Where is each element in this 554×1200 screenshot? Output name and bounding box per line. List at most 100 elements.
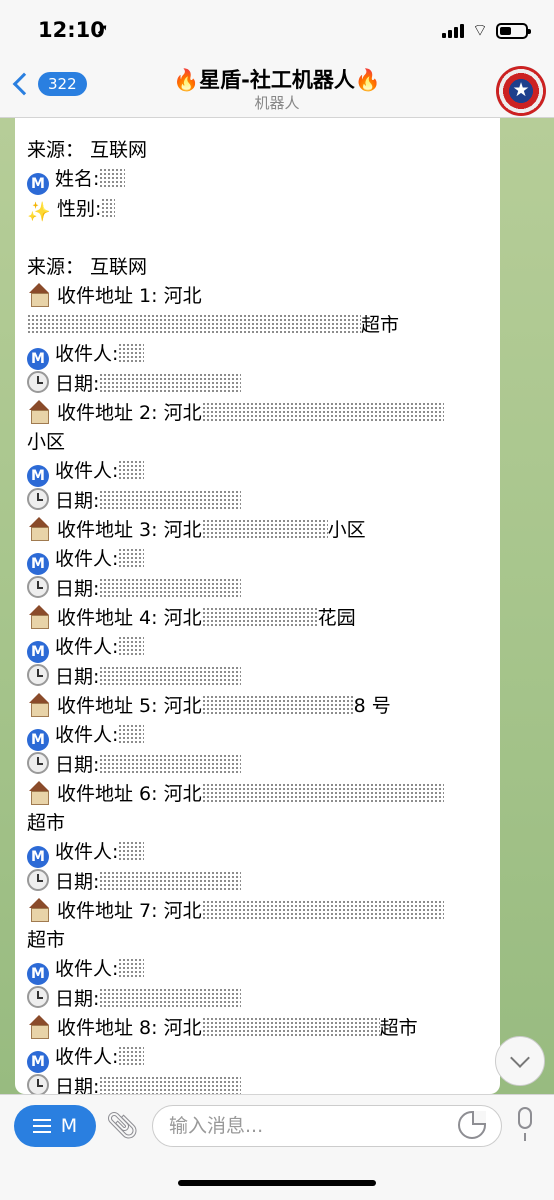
bot-menu-button[interactable]: M (14, 1105, 96, 1147)
house-icon (27, 605, 51, 629)
redacted-text (201, 607, 318, 627)
attach-paperclip-icon[interactable]: 📎︎ (106, 1111, 139, 1141)
chat-title[interactable]: 🔥星盾-社工机器人🔥 (0, 64, 554, 94)
redacted-text (201, 1017, 380, 1037)
chat-subtitle: 机器人 (254, 94, 300, 112)
redacted-text (99, 871, 242, 891)
redacted-text (99, 578, 242, 598)
name-line: M 姓名: (27, 165, 488, 195)
redacted-text (201, 402, 444, 422)
redacted-text (118, 636, 145, 656)
clock: 12:10 (38, 18, 105, 42)
home-indicator (178, 1180, 376, 1186)
address-line: 超市 (27, 929, 66, 951)
redacted-text (201, 519, 328, 539)
house-icon (27, 517, 51, 541)
date-line: 日期: (27, 985, 488, 1014)
clock-icon (27, 869, 49, 891)
recipient-line: M 收件人: (27, 457, 488, 487)
cellular-signal-icon (442, 23, 465, 38)
scroll-to-bottom-button[interactable] (495, 1036, 545, 1086)
date-line: 日期: (27, 487, 488, 516)
address-line: 收件地址 1: 河北 (27, 282, 488, 311)
redacted-text (118, 548, 145, 568)
source-line: 来源： 互联网 (27, 139, 148, 161)
clock-icon (27, 488, 49, 510)
m-badge-icon: M (27, 963, 49, 985)
address-line: 收件地址 4: 河北 花园 (27, 604, 488, 633)
redacted-text (99, 754, 242, 774)
house-icon (27, 400, 51, 424)
clock-icon (27, 371, 49, 393)
chat-background: 来源： 互联网 M 姓名: ✨ 性别: 来源： 互联网 收件地址 1: 河北 超市 … (0, 118, 554, 1094)
recipient-line: M 收件人: (27, 340, 488, 370)
date-line: 日期: (27, 868, 488, 897)
address-line: 收件地址 7: 河北 (27, 897, 488, 926)
date-line: 日期: (27, 370, 488, 399)
m-badge-icon: M (27, 173, 49, 195)
clock-icon (27, 986, 49, 1008)
redacted-text (118, 724, 145, 744)
wifi-icon: ⌔ (472, 21, 488, 41)
chevron-down-icon (510, 1048, 530, 1068)
redacted-text (118, 1046, 145, 1066)
address-line: 收件地址 2: 河北 (27, 399, 488, 428)
sparkles-icon: ✨ (27, 201, 51, 223)
chat-header: 322 🔥星盾-社工机器人🔥 机器人 (0, 60, 554, 118)
address-line: 超市 (27, 311, 488, 340)
address-line: 小区 (27, 431, 66, 453)
redacted-text (27, 314, 361, 334)
recipient-line: M 收件人: (27, 721, 488, 751)
message-bubble[interactable]: 来源： 互联网 M 姓名: ✨ 性别: 来源： 互联网 收件地址 1: 河北 超市 … (15, 118, 500, 1094)
redacted-text (99, 373, 242, 393)
redacted-text (201, 900, 444, 920)
recipient-line: M 收件人: (27, 1043, 488, 1073)
redacted-text (101, 198, 116, 218)
m-badge-icon: M (27, 846, 49, 868)
house-icon (27, 781, 51, 805)
menu-icon (32, 1119, 51, 1133)
battery-icon (496, 22, 531, 39)
address-line: 收件地址 5: 河北 8 号 (27, 692, 488, 721)
clock-icon (27, 664, 49, 686)
location-arrow-icon: ➚ (96, 20, 109, 38)
recipient-line: M 收件人: (27, 955, 488, 985)
date-line: 日期: (27, 1073, 488, 1094)
address-line: 收件地址 8: 河北 超市 (27, 1014, 488, 1043)
redacted-text (99, 666, 242, 686)
m-badge-icon: M (27, 729, 49, 751)
bot-avatar[interactable] (496, 66, 546, 116)
date-line: 日期: (27, 663, 488, 692)
redacted-text (99, 490, 242, 510)
m-badge-icon: M (27, 553, 49, 575)
address-line: 收件地址 6: 河北 (27, 780, 488, 809)
redacted-text (118, 958, 145, 978)
redacted-text (118, 841, 145, 861)
status-bar: 12:10 ➚ ⌔ (0, 0, 554, 60)
message-input[interactable]: 输入消息... (152, 1105, 502, 1147)
recipient-line: M 收件人: (27, 633, 488, 663)
m-badge-icon: M (27, 1051, 49, 1073)
date-line: 日期: (27, 575, 488, 604)
source-line: 来源： 互联网 (27, 256, 148, 278)
redacted-text (201, 783, 444, 803)
recipient-line: M 收件人: (27, 545, 488, 575)
clock-icon (27, 1074, 49, 1094)
address-line: 收件地址 3: 河北 小区 (27, 516, 488, 545)
clock-icon (27, 576, 49, 598)
status-icons: ⌔ (442, 20, 531, 41)
m-badge-icon: M (27, 465, 49, 487)
house-icon (27, 1015, 51, 1039)
house-icon (27, 898, 51, 922)
sticker-icon[interactable] (458, 1111, 486, 1139)
menu-button-label: M (60, 1115, 78, 1137)
redacted-text (118, 343, 145, 363)
house-icon (27, 283, 51, 307)
m-badge-icon: M (27, 641, 49, 663)
date-line: 日期: (27, 751, 488, 780)
redacted-text (99, 1076, 242, 1094)
recipient-line: M 收件人: (27, 838, 488, 868)
redacted-text (99, 988, 242, 1008)
microphone-icon[interactable] (514, 1107, 536, 1143)
redacted-text (99, 168, 126, 188)
